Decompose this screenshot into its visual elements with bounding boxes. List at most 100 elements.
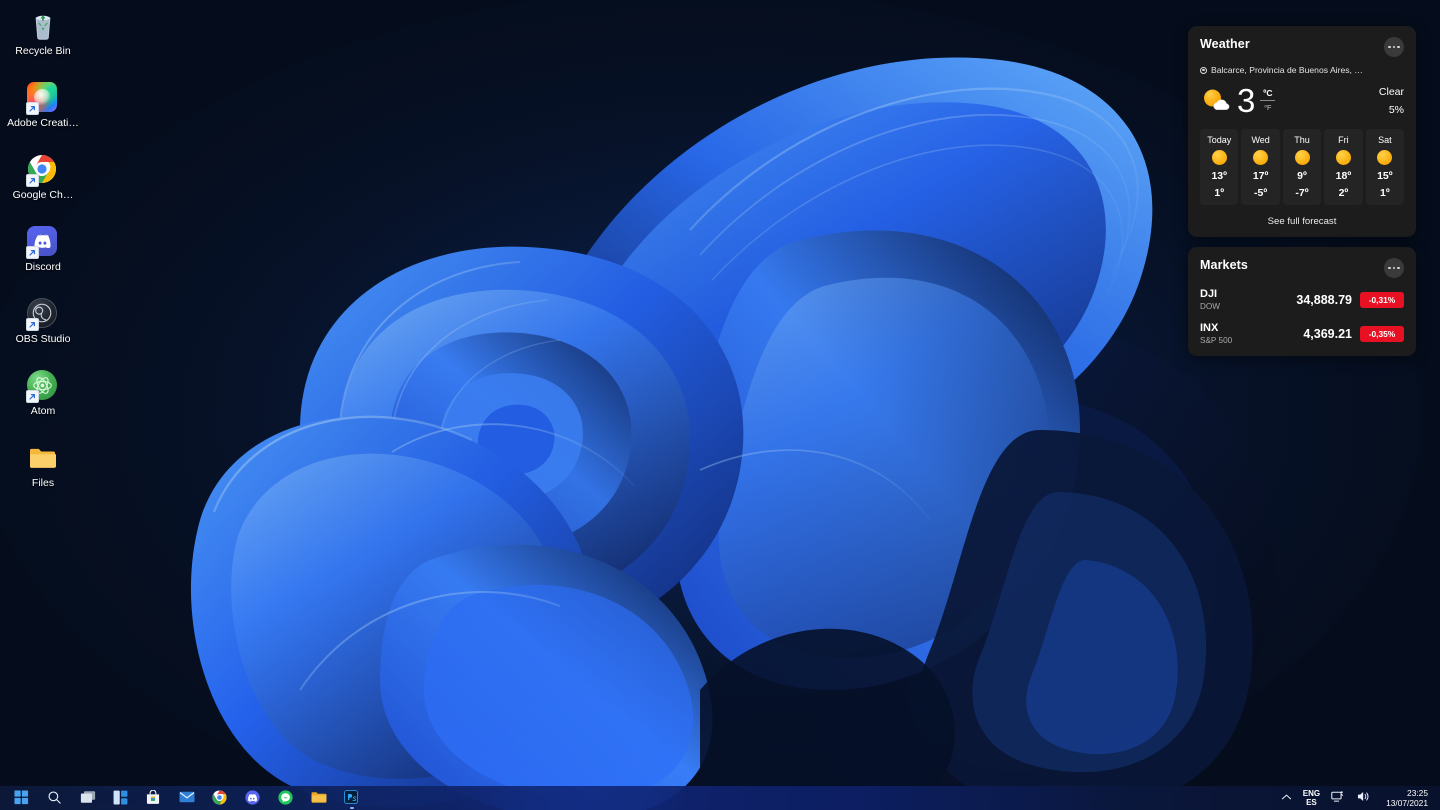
task-view-icon bbox=[80, 790, 96, 806]
chrome-button[interactable] bbox=[203, 786, 236, 810]
forecast-high: 9º bbox=[1297, 170, 1307, 182]
desktop-icon-label: Google Ch… bbox=[12, 189, 74, 201]
taskbar[interactable]: ENG ES 23:25 13/07/2021 bbox=[0, 786, 1440, 810]
search-button[interactable] bbox=[38, 786, 71, 810]
mail-button[interactable] bbox=[170, 786, 203, 810]
unit-fahrenheit[interactable]: ºF bbox=[1264, 102, 1271, 113]
partly-sunny-icon bbox=[1200, 87, 1230, 113]
forecast-day[interactable]: Wed 17º -5º bbox=[1241, 129, 1280, 205]
google-chrome-icon bbox=[26, 154, 59, 187]
search-icon bbox=[47, 790, 63, 806]
folder-icon bbox=[311, 790, 327, 806]
shortcut-arrow-icon bbox=[26, 390, 39, 403]
weather-widget[interactable]: Weather Balcarce, Provincia de Buenos Ai… bbox=[1188, 26, 1416, 237]
desktop-icon-recycle-bin[interactable]: Recycle Bin bbox=[3, 4, 83, 76]
forecast-high: 15º bbox=[1377, 170, 1393, 182]
weather-forecast-row: Today 13º 1º Wed 17º -5º Thu 9º -7º Fri … bbox=[1200, 129, 1405, 205]
weather-widget-header: Weather bbox=[1200, 37, 1404, 57]
photoshop-button[interactable] bbox=[335, 786, 368, 810]
markets-widget[interactable]: Markets DJI DOW 34,888.79 -0,31% INX S&P… bbox=[1188, 247, 1416, 356]
market-name: S&P 500 bbox=[1200, 336, 1233, 345]
weather-widget-title: Weather bbox=[1200, 37, 1250, 51]
clock-time: 23:25 bbox=[1407, 788, 1428, 798]
windows-logo-icon bbox=[13, 790, 30, 806]
forecast-day[interactable]: Today 13º 1º bbox=[1200, 129, 1239, 205]
weather-condition-block: Clear 5% bbox=[1379, 82, 1404, 118]
unit-divider bbox=[1260, 100, 1276, 101]
weather-unit-toggle[interactable]: ºC ºF bbox=[1260, 88, 1276, 113]
adobe-creative-cloud-icon bbox=[26, 82, 59, 115]
file-explorer-button[interactable] bbox=[302, 786, 335, 810]
volume-button[interactable] bbox=[1352, 786, 1378, 810]
mail-icon bbox=[179, 790, 195, 806]
forecast-day-name: Fri bbox=[1338, 135, 1349, 145]
forecast-low: 1º bbox=[1214, 187, 1225, 199]
forecast-low: 1º bbox=[1379, 187, 1390, 199]
desktop-icon-label: Atom bbox=[30, 405, 56, 417]
desktop-icon-discord[interactable]: Discord bbox=[3, 220, 83, 292]
microsoft-store-button[interactable] bbox=[137, 786, 170, 810]
forecast-day-name: Sat bbox=[1378, 135, 1392, 145]
unit-celsius[interactable]: ºC bbox=[1263, 88, 1272, 99]
forecast-day[interactable]: Fri 18º 2º bbox=[1324, 129, 1363, 205]
sunny-icon bbox=[1211, 150, 1227, 165]
sunny-icon bbox=[1294, 150, 1310, 165]
market-change-badge: -0,31% bbox=[1360, 292, 1404, 308]
shortcut-arrow-icon bbox=[26, 246, 39, 259]
language-secondary: ES bbox=[1306, 798, 1317, 807]
forecast-day-name: Wed bbox=[1251, 135, 1270, 145]
location-pin-icon bbox=[1200, 66, 1207, 74]
tray-overflow-button[interactable] bbox=[1276, 786, 1297, 810]
obs-studio-icon bbox=[26, 298, 59, 331]
forecast-day[interactable]: Sat 15º 1º bbox=[1365, 129, 1405, 205]
sunny-icon bbox=[1377, 150, 1393, 165]
desktop-icon-label: Discord bbox=[25, 261, 61, 273]
task-view-button[interactable] bbox=[71, 786, 104, 810]
desktop-icon-atom[interactable]: Atom bbox=[3, 364, 83, 436]
see-full-forecast-link[interactable]: See full forecast bbox=[1200, 216, 1404, 227]
atom-icon bbox=[26, 370, 59, 403]
weather-location-text: Balcarce, Provincia de Buenos Aires, … bbox=[1211, 65, 1363, 75]
desktop-icon-google-chrome[interactable]: Google Ch… bbox=[3, 148, 83, 220]
desktop-icon-files[interactable]: Files bbox=[3, 436, 83, 508]
discord-icon bbox=[244, 790, 261, 806]
messenger-button[interactable] bbox=[269, 786, 302, 810]
forecast-day[interactable]: Thu 9º -7º bbox=[1282, 129, 1322, 205]
market-symbol: DJI bbox=[1200, 288, 1218, 300]
weather-more-options-button[interactable] bbox=[1384, 37, 1404, 57]
forecast-day-name: Today bbox=[1207, 135, 1232, 145]
market-row[interactable]: INX S&P 500 4,369.21 -0,35% bbox=[1200, 322, 1404, 346]
clock-and-date[interactable]: 23:25 13/07/2021 bbox=[1378, 788, 1434, 808]
forecast-high: 13º bbox=[1211, 170, 1227, 182]
discord-button[interactable] bbox=[236, 786, 269, 810]
market-row[interactable]: DJI DOW 34,888.79 -0,31% bbox=[1200, 288, 1404, 312]
widgets-button[interactable] bbox=[104, 786, 137, 810]
shortcut-arrow-icon bbox=[26, 102, 39, 115]
markets-more-options-button[interactable] bbox=[1384, 258, 1404, 278]
forecast-low: 2º bbox=[1338, 187, 1349, 199]
recycle-bin-icon bbox=[27, 10, 59, 42]
folder-icon bbox=[27, 442, 59, 474]
microsoft-store-icon bbox=[146, 789, 162, 806]
market-change-badge: -0,35% bbox=[1360, 326, 1404, 342]
weather-current-conditions: 3 ºC ºF Clear 5% bbox=[1200, 82, 1404, 118]
desktop-icon-label: Recycle Bin bbox=[15, 45, 71, 57]
market-labels: INX S&P 500 bbox=[1200, 322, 1232, 346]
markets-widget-header: Markets bbox=[1200, 258, 1404, 278]
desktop-icon-obs-studio[interactable]: OBS Studio bbox=[3, 292, 83, 364]
market-value: 4,369.21 bbox=[1303, 327, 1352, 341]
shortcut-arrow-icon bbox=[26, 318, 39, 331]
discord-icon bbox=[26, 226, 59, 259]
market-name: DOW bbox=[1200, 302, 1221, 311]
weather-precipitation-text: 5% bbox=[1388, 104, 1404, 116]
sunny-icon bbox=[1253, 150, 1269, 165]
start-button[interactable] bbox=[5, 786, 38, 810]
language-indicator[interactable]: ENG ES bbox=[1297, 789, 1326, 808]
volume-icon bbox=[1357, 790, 1373, 806]
weather-location-row: Balcarce, Provincia de Buenos Aires, … bbox=[1200, 65, 1404, 75]
network-button[interactable] bbox=[1326, 786, 1352, 810]
desktop-icon-adobe-creative-cloud[interactable]: Adobe Creati… bbox=[3, 76, 83, 148]
forecast-high: 17º bbox=[1252, 170, 1269, 182]
markets-widget-title: Markets bbox=[1200, 258, 1248, 272]
market-value: 34,888.79 bbox=[1296, 293, 1352, 307]
